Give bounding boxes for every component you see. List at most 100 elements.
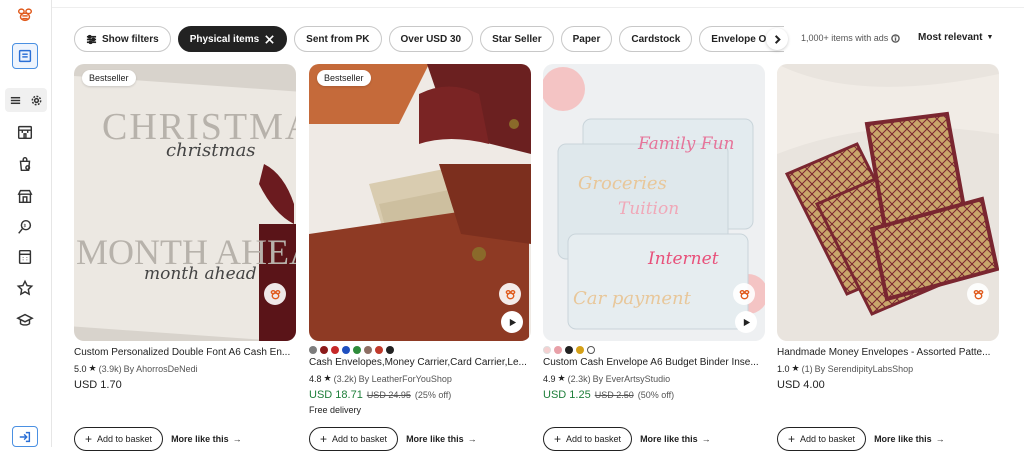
svg-text:$: $ [24,223,27,228]
calculator-icon[interactable] [12,244,38,270]
shop-icon[interactable] [12,119,38,145]
swatch[interactable] [587,346,595,354]
swatch[interactable] [353,346,361,354]
listing-image[interactable]: CHRISTMAS christmas MONTH AHEAD month ah… [74,64,296,341]
listing-rating: 5.0 ★ (3.9k) By AhorrosDeNedi [74,363,296,374]
more-like-this-link[interactable]: More like this → [640,434,711,444]
listing-card[interactable]: CHRISTMAS christmas MONTH AHEAD month ah… [74,64,296,391]
favorite-bee-icon[interactable] [733,283,755,305]
listing-image[interactable]: Family Fun Groceries Tuition Internet Ca… [543,64,765,341]
listing-price: USD 4.00 [777,379,999,391]
chip-label: Over USD 30 [400,33,462,45]
add-to-basket-button[interactable]: + Add to basket [74,427,164,451]
chip-over-usd-30[interactable]: Over USD 30 [388,26,474,52]
listing-image[interactable] [777,64,999,341]
swatch[interactable] [554,346,562,354]
chip-physical-items[interactable]: Physical items [177,26,288,52]
discount-percent: (50% off) [637,390,675,400]
image-text-family-fun: Family Fun [637,134,734,154]
favorite-bee-icon[interactable] [499,283,521,305]
listing-price: USD 1.25 USD 2.50 (50% off) [543,389,765,401]
menu-icon[interactable] [9,94,22,107]
add-to-basket-label: Add to basket [97,434,153,444]
close-icon[interactable] [264,34,275,45]
free-delivery-label: Free delivery [309,405,362,415]
chip-label: Physical items [189,33,260,45]
review-count: (1) [801,363,813,374]
swatch[interactable] [576,346,584,354]
play-video-button[interactable] [501,311,523,333]
swatch[interactable] [320,346,328,354]
review-count: (3.2k) [333,373,357,384]
shop-name[interactable]: By LeatherForYouShop [359,374,452,384]
add-to-basket-label: Add to basket [800,434,856,444]
listing-title[interactable]: Custom Personalized Double Font A6 Cash … [74,347,296,358]
card-actions: + Add to basket More like this → [309,427,477,451]
listing-title[interactable]: Custom Cash Envelope A6 Budget Binder In… [543,357,765,368]
more-like-this-link[interactable]: More like this → [406,434,477,444]
reader-mode-icon[interactable] [12,43,38,69]
show-filters-button[interactable]: Show filters [74,26,171,52]
graduation-cap-icon[interactable] [12,307,38,333]
play-icon [743,318,750,326]
bestseller-badge: Bestseller [317,70,371,86]
scroll-chips-right-button[interactable] [766,28,788,50]
settings-gear-icon[interactable] [30,94,43,107]
price-sale: USD 18.71 [309,389,363,401]
storefront-icon[interactable] [12,183,38,209]
play-video-button[interactable] [735,311,757,333]
add-to-basket-button[interactable]: + Add to basket [309,427,399,451]
sort-dropdown[interactable]: Most relevant ▼ [918,32,993,43]
swatch[interactable] [375,346,383,354]
shopping-bag-search-icon[interactable] [12,151,38,177]
card-actions: + Add to basket More like this → [777,427,945,451]
swatch[interactable] [309,346,317,354]
listing-image[interactable]: Bestseller [309,64,531,341]
sidebar-toggle-group [5,88,47,112]
chip-star-seller[interactable]: Star Seller [480,26,554,52]
swatch[interactable] [342,346,350,354]
listing-price: USD 18.71 USD 24.95 (25% off) [309,389,531,401]
chip-sent-from-pk[interactable]: Sent from PK [294,26,382,52]
listing-card[interactable]: Bestseller Cash Envelopes,Money Carrier,… [309,64,531,415]
add-to-basket-button[interactable]: + Add to basket [777,427,867,451]
arrow-right-icon: → [935,434,945,444]
shop-name[interactable]: By SerendipityLabsShop [815,364,914,374]
listing-title[interactable]: Handmade Money Envelopes - Assorted Patt… [777,347,999,358]
listing-card[interactable]: Handmade Money Envelopes - Assorted Patt… [777,64,999,391]
rating-value: 5.0 [74,363,87,374]
rating-value: 4.9 [543,373,556,384]
cash-envelope-photo: CHRISTMAS christmas MONTH AHEAD month ah… [74,64,296,341]
listing-card[interactable]: Family Fun Groceries Tuition Internet Ca… [543,64,765,401]
shop-name[interactable]: By AhorrosDeNedi [124,364,198,374]
swatch[interactable] [364,346,372,354]
favorite-bee-icon[interactable] [264,283,286,305]
chip-paper[interactable]: Paper [560,26,613,52]
add-to-basket-button[interactable]: + Add to basket [543,427,633,451]
swatch[interactable] [543,346,551,354]
favorite-bee-icon[interactable] [967,283,989,305]
chip-cardstock[interactable]: Cardstock [619,26,693,52]
bee-logo-icon[interactable] [12,2,38,28]
star-icon[interactable] [12,275,38,301]
login-icon[interactable] [12,426,38,447]
star-icon: ★ [88,363,97,373]
info-icon[interactable] [891,33,901,43]
plus-icon: + [320,432,328,446]
chip-label: Sent from PK [306,33,370,45]
more-like-this-link[interactable]: More like this → [171,434,242,444]
swatch[interactable] [565,346,573,354]
shop-name[interactable]: By EverArtsyStudio [593,374,671,384]
more-like-this-link[interactable]: More like this → [874,434,945,444]
plus-icon: + [85,432,93,446]
sidebar: $ [0,0,52,447]
add-to-basket-label: Add to basket [332,434,388,444]
search-tag-icon[interactable]: $ [12,214,38,240]
swatch[interactable] [386,346,394,354]
price-current: USD 4.00 [777,379,825,391]
listing-title[interactable]: Cash Envelopes,Money Carrier,Card Carrie… [309,357,531,368]
image-text-car-payment: Car payment [573,288,692,309]
swatch[interactable] [331,346,339,354]
show-filters-label: Show filters [102,33,159,45]
caret-down-icon: ▼ [986,34,994,41]
